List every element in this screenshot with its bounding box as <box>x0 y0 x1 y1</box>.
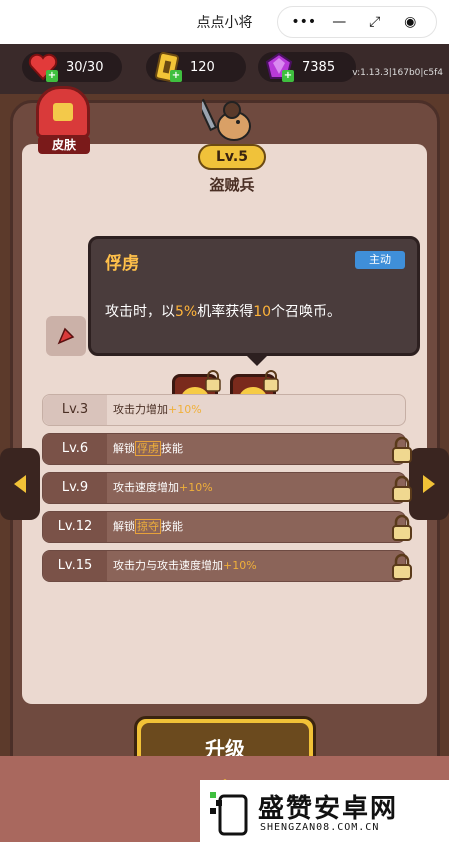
level-number: Lv.6 <box>43 434 107 464</box>
rocket-icon <box>57 327 75 345</box>
level-row: Lv.3 攻击力增加+10% <box>42 394 406 426</box>
titlebar: 点点小将 ••• — ⤢ ◉ <box>0 0 449 44</box>
lock-icon <box>392 553 412 580</box>
previous-hero-button[interactable] <box>0 448 40 520</box>
version-label: v:1.13.3|167b0|c5f4 <box>352 68 443 78</box>
level-row: Lv.9 攻击速度增加+10% <box>42 472 412 504</box>
add-hearts-icon[interactable]: + <box>46 70 58 82</box>
level-row: Lv.12 解锁 掠夺 技能 <box>42 511 412 543</box>
minimize-icon[interactable]: — <box>324 14 354 30</box>
chevron-left-icon <box>14 475 26 493</box>
more-icon[interactable]: ••• <box>289 14 319 30</box>
level-number: Lv.9 <box>43 473 107 503</box>
close-icon[interactable]: ◉ <box>395 14 425 30</box>
capsule-menu: ••• — ⤢ ◉ <box>277 6 437 38</box>
skin-button[interactable]: 皮肤 <box>30 84 96 158</box>
tooltip-tag: 主动 <box>355 251 405 269</box>
hero-level-badge: Lv.5 <box>198 144 266 170</box>
lock-icon <box>392 475 412 502</box>
hearts-value: 30/30 <box>66 59 104 75</box>
item-slot[interactable] <box>46 316 86 356</box>
game-area: + 30/30 + 120 + 7385 v:1.13.3|167b0|c5f4… <box>0 44 449 842</box>
level-row: Lv.15 攻击力与攻击速度增加+10% <box>42 550 412 582</box>
next-hero-button[interactable] <box>409 448 449 520</box>
lock-icon <box>392 514 412 541</box>
level-description: 攻击速度增加+10% <box>113 481 213 494</box>
add-tickets-icon[interactable]: + <box>170 70 182 82</box>
watermark-url: SHENGZAN08.COM.CN <box>260 822 380 833</box>
gems-counter[interactable]: + 7385 <box>258 52 356 82</box>
skin-chest-icon <box>36 86 90 138</box>
level-row: Lv.6 解锁 俘虏 技能 <box>42 433 412 465</box>
level-number: Lv.3 <box>43 395 107 425</box>
tooltip-title: 俘虏 <box>105 254 139 274</box>
chevron-right-icon <box>423 475 435 493</box>
tooltip-description: 攻击时，以5%机率获得10个召唤币。 <box>105 304 342 320</box>
lock-icon <box>205 370 221 392</box>
level-description: 攻击力增加+10% <box>113 403 202 416</box>
add-gems-icon[interactable]: + <box>282 70 294 82</box>
tickets-value: 120 <box>190 59 215 75</box>
skin-label: 皮肤 <box>38 136 90 154</box>
hero-avatar <box>196 96 254 146</box>
gems-value: 7385 <box>302 59 336 75</box>
level-description: 解锁 俘虏 技能 <box>113 441 183 456</box>
level-description: 解锁 掠夺 技能 <box>113 519 183 534</box>
watermark: 盛赞安卓网 SHENGZAN08.COM.CN <box>200 780 449 842</box>
lock-icon <box>392 436 412 463</box>
hero-name: 盗贼兵 <box>209 176 255 194</box>
lock-icon <box>263 370 279 392</box>
level-number: Lv.15 <box>43 551 107 581</box>
skill-tooltip: 俘虏 主动 攻击时，以5%机率获得10个召唤币。 <box>88 236 420 366</box>
watermark-title: 盛赞安卓网 <box>258 794 399 824</box>
tickets-counter[interactable]: + 120 <box>146 52 246 82</box>
level-number: Lv.12 <box>43 512 107 542</box>
hearts-counter[interactable]: + 30/30 <box>22 52 122 82</box>
expand-icon[interactable]: ⤢ <box>360 14 390 30</box>
phone-logo-icon <box>210 792 248 836</box>
level-description: 攻击力与攻击速度增加+10% <box>113 559 257 572</box>
